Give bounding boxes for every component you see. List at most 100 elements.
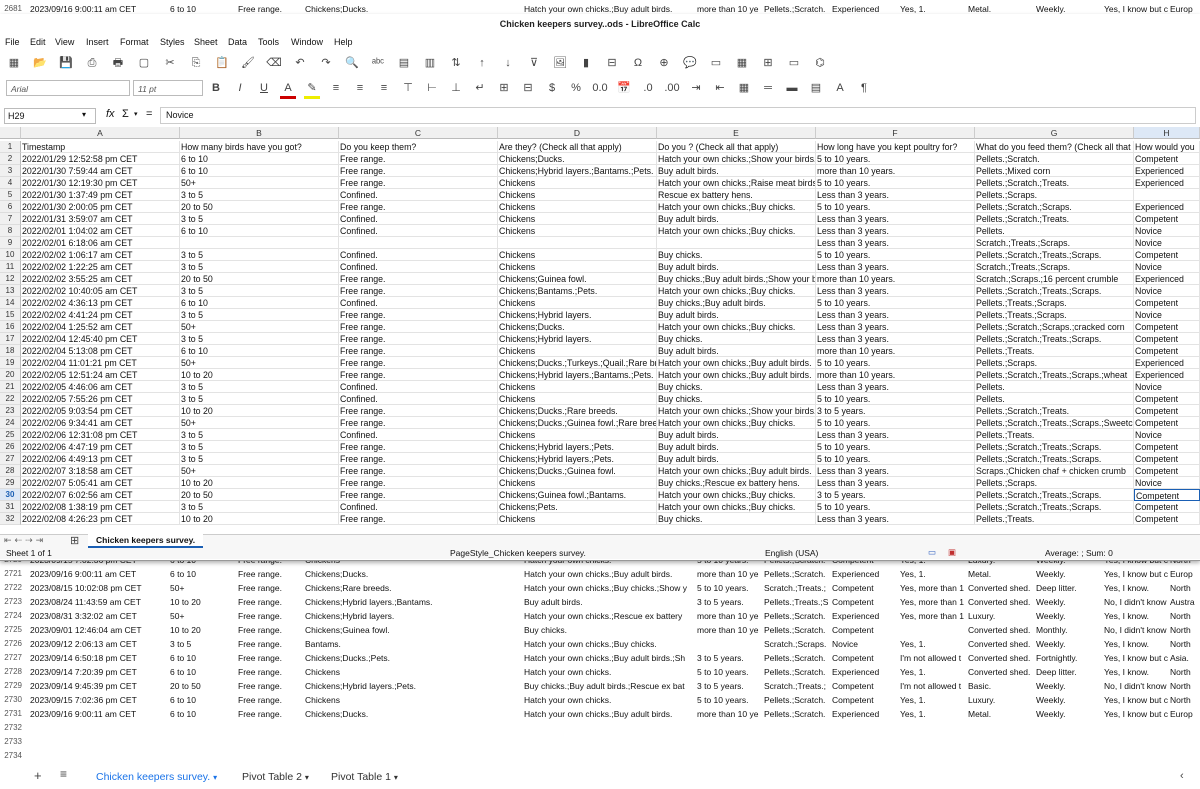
row-number[interactable]: 9 <box>0 237 21 249</box>
cell[interactable]: 5 to 10 years. <box>816 501 975 513</box>
row-number[interactable]: 10 <box>0 249 21 261</box>
cell[interactable]: Competent <box>1134 333 1200 345</box>
cell[interactable]: Pellets.;Treats. <box>975 429 1134 441</box>
cell[interactable]: Free range. <box>339 345 498 357</box>
cell[interactable]: 6 to 10 <box>180 297 339 309</box>
cell[interactable]: Confined. <box>339 381 498 393</box>
row-number[interactable]: 32 <box>0 513 21 525</box>
cell[interactable]: Pellets. <box>975 393 1134 405</box>
cell[interactable]: Pellets. <box>975 225 1134 237</box>
cell[interactable]: Scraps.;Chicken chaf + chicken crumb <box>975 465 1134 477</box>
row-number[interactable]: 27 <box>0 453 21 465</box>
cell[interactable]: Experienced <box>1134 177 1200 189</box>
cell[interactable]: Chickens;Ducks. <box>498 321 657 333</box>
cell[interactable]: 2022/02/05 12:51:24 am CET <box>21 369 180 381</box>
cell[interactable]: Free range. <box>339 309 498 321</box>
pivot-icon[interactable]: ⊟ <box>604 55 620 71</box>
cell[interactable]: Competent <box>1134 249 1200 261</box>
menu-file[interactable]: File <box>5 37 20 47</box>
cell[interactable]: 50+ <box>180 321 339 333</box>
cell[interactable]: Buy adult birds. <box>657 453 816 465</box>
cell[interactable]: 2022/02/05 7:55:26 pm CET <box>21 393 180 405</box>
column-title[interactable]: Timestamp <box>21 141 180 153</box>
cell[interactable]: Competent <box>1134 441 1200 453</box>
cell[interactable]: Hatch your own chicks.;Buy chicks. <box>657 285 816 297</box>
cell[interactable]: Novice <box>1134 429 1200 441</box>
bold-icon[interactable]: B <box>208 80 224 96</box>
cell[interactable]: Chickens <box>498 225 657 237</box>
cell[interactable]: Free range. <box>339 177 498 189</box>
row-number[interactable]: 25 <box>0 429 21 441</box>
cell[interactable]: Pellets.;Scratch.;Treats.;Scraps. <box>975 501 1134 513</box>
cell[interactable]: 3 to 5 <box>180 213 339 225</box>
cell[interactable]: Competent <box>1134 153 1200 165</box>
cell[interactable]: Pellets.;Scratch.;Treats. <box>975 177 1134 189</box>
cell[interactable]: 3 to 5 <box>180 393 339 405</box>
cell[interactable]: 3 to 5 <box>180 189 339 201</box>
row-number[interactable]: 7 <box>0 213 21 225</box>
cell[interactable]: Free range. <box>339 165 498 177</box>
cell[interactable]: Free range. <box>339 477 498 489</box>
cell[interactable]: Chickens <box>498 381 657 393</box>
cell[interactable]: Chickens;Ducks.;Turkeys.;Quail.;Rare bre… <box>498 357 657 369</box>
cell[interactable]: Less than 3 years. <box>816 225 975 237</box>
row-number[interactable]: 15 <box>0 309 21 321</box>
tab-chicken-survey[interactable]: Chicken keepers survey. ▾ <box>96 771 217 783</box>
column-header[interactable]: C <box>339 127 498 139</box>
cell[interactable]: 6 to 10 <box>180 153 339 165</box>
cell[interactable]: Buy chicks. <box>657 333 816 345</box>
cell[interactable]: Chickens <box>498 249 657 261</box>
merge-icon[interactable]: ⊞ <box>496 80 512 96</box>
cell[interactable]: 50+ <box>180 417 339 429</box>
column-header[interactable]: B <box>180 127 339 139</box>
cell[interactable]: Less than 3 years. <box>816 285 975 297</box>
align-middle-icon[interactable]: ⊢ <box>424 80 440 96</box>
cell[interactable]: 2022/02/05 9:03:54 pm CET <box>21 405 180 417</box>
cell[interactable]: Chickens <box>498 297 657 309</box>
cell[interactable]: 2022/01/29 12:52:58 pm CET <box>21 153 180 165</box>
cell[interactable]: Chickens <box>498 393 657 405</box>
find-icon[interactable]: 🔍 <box>344 55 360 71</box>
cell[interactable]: Buy chicks. <box>657 249 816 261</box>
cut-icon[interactable]: ✂ <box>162 55 178 71</box>
row-number[interactable]: 16 <box>0 321 21 333</box>
cell[interactable]: Competent <box>1134 297 1200 309</box>
cell[interactable]: 10 to 20 <box>180 369 339 381</box>
cell[interactable]: 2022/02/04 1:25:52 am CET <box>21 321 180 333</box>
chart-icon[interactable]: ▮ <box>578 55 594 71</box>
row-number[interactable]: 1 <box>0 141 21 153</box>
cell[interactable]: 5 to 10 years. <box>816 453 975 465</box>
open-icon[interactable]: 📂 <box>32 55 48 71</box>
cell[interactable]: Novice <box>1134 285 1200 297</box>
cell[interactable]: Free range. <box>339 285 498 297</box>
preview-icon[interactable]: ▢ <box>136 55 152 71</box>
cell[interactable]: Competent <box>1134 345 1200 357</box>
cell[interactable]: Pellets.;Scraps. <box>975 189 1134 201</box>
cell[interactable]: Pellets.;Scratch.;Scraps. <box>975 201 1134 213</box>
split-icon[interactable]: ▭ <box>786 55 802 71</box>
column-title[interactable]: Are they? (Check all that apply) <box>498 141 657 153</box>
cell[interactable]: 2022/02/02 1:06:17 am CET <box>21 249 180 261</box>
menu-format[interactable]: Format <box>120 37 149 47</box>
cell[interactable]: Hatch your own chicks.;Buy chicks. <box>657 501 816 513</box>
cell[interactable]: Competent <box>1134 417 1200 429</box>
cell[interactable]: 5 to 10 years. <box>816 249 975 261</box>
cell[interactable]: Novice <box>1134 309 1200 321</box>
cell[interactable]: 5 to 10 years. <box>816 201 975 213</box>
cell[interactable]: Less than 3 years. <box>816 213 975 225</box>
cell[interactable]: Free range. <box>339 369 498 381</box>
cell[interactable]: Free range. <box>339 417 498 429</box>
cell[interactable]: Less than 3 years. <box>816 429 975 441</box>
cell[interactable]: Experienced <box>1134 273 1200 285</box>
cell[interactable]: Hatch your own chicks.;Raise meat birds. <box>657 177 816 189</box>
italic-icon[interactable]: I <box>232 80 248 96</box>
cell[interactable]: Chickens;Ducks.;Guinea fowl.;Rare breeds… <box>498 417 657 429</box>
column-header[interactable]: F <box>816 127 975 139</box>
spelling-icon[interactable]: ᵃᵇᶜ <box>370 55 386 71</box>
print-icon[interactable]: 🖶 <box>110 55 126 71</box>
cell[interactable]: Scratch.;Scraps.;16 percent crumble <box>975 273 1134 285</box>
cell[interactable]: Competent <box>1134 501 1200 513</box>
header-icon[interactable]: ▭ <box>708 55 724 71</box>
image-icon[interactable]: 🖼 <box>552 55 568 71</box>
cell[interactable]: Competent <box>1134 321 1200 333</box>
